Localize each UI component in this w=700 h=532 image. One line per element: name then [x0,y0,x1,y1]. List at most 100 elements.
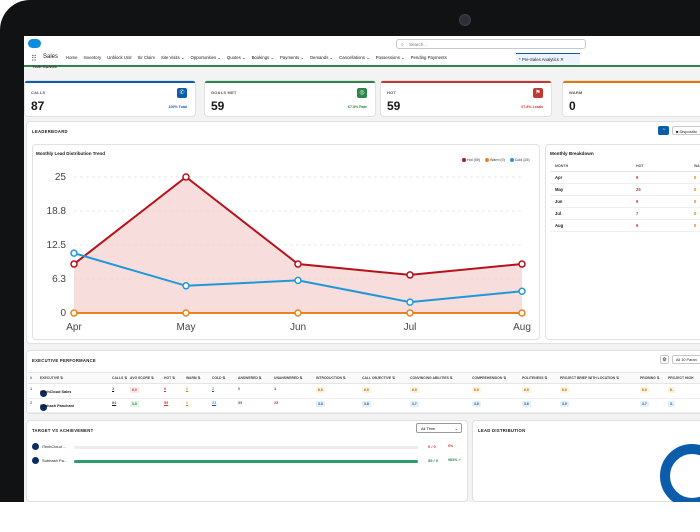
cell-hot[interactable]: 0 [164,387,166,391]
card-subtext: 67.8% Leads [521,105,543,109]
flag-icon: ⚑ [533,88,543,98]
cell-pol: 3.6 [522,401,531,407]
column-header[interactable]: POLITENESS ⇅ [522,376,547,380]
card-accent [205,81,375,83]
breakdown-warm: 0 [694,199,697,204]
header-month: MONTH [555,164,569,168]
camera-icon [459,14,471,26]
cell-cold[interactable]: 2 [212,387,214,391]
column-header[interactable]: ANSWERED ⇅ [238,376,262,380]
gear-icon[interactable]: ⚙ [660,355,669,364]
progress-fill [74,460,418,463]
card-title: GOALS MET [211,90,237,95]
column-header[interactable]: PROJECT BRIEF WITH LOCATION ⇅ [560,376,619,380]
cell-obj: 3.8 [362,401,371,407]
column-header[interactable]: COMPREHENSION ⇅ [472,376,506,380]
data-point [294,260,302,268]
cell-cold[interactable]: 23 [212,401,216,405]
nav-items: Home Inventory Unblock Unit Sir Claim Site V… [66,55,447,61]
column-header[interactable]: COLD ⇅ [212,376,225,380]
nav-item[interactable]: Quotes ⌄ [227,55,246,61]
monthly-breakdown-header: MONTH HOT WA [550,162,700,172]
time-filter-select[interactable]: All Time ⌄ [416,423,462,433]
app-nav-bar: ⠿ Sales Home Inventory Unblock Unit Sir Cla… [24,52,700,67]
cell-answered: 59 [238,401,243,405]
page-background [0,502,700,532]
x-tick-label: Jul [404,322,417,333]
column-header[interactable]: AVG SCORE ⇅ [130,376,154,380]
breakdown-warm: 0 [694,175,697,180]
column-header[interactable]: HOT ⇅ [164,376,175,380]
y-tick-label: 25 [55,172,67,183]
breakdown-warm: 0 [694,223,697,228]
card-accent [25,81,195,83]
column-header[interactable]: INTRODUCTION ⇅ [316,376,346,380]
disposition-button[interactable]: ■ Dispositio [672,126,700,135]
cell-calls[interactable]: 84 [112,401,116,405]
table-row[interactable]: 2 Subhash Panchani 84 3.8 59 0 23 59 25 3.8 3.8 3.… [28,398,700,413]
cell-avg: 6.0 [130,387,139,393]
target-percent: 0% [448,444,454,448]
column-header[interactable]: EXECUTIVE ⇅ [40,376,63,380]
data-point [294,309,302,317]
cell-idx: 2 [30,401,33,405]
cell-idx: 1 [30,387,33,391]
column-header[interactable]: UNANSWERED ⇅ [274,376,302,380]
data-point [294,276,302,285]
nav-item[interactable]: Opportunities ⌄ [191,55,221,61]
header-warm: WA [694,164,700,168]
card-subtext: 100% Total [168,105,187,109]
nav-item[interactable]: Site Visits ⌄ [161,55,185,61]
tab-pre-sales-analytics[interactable]: * Pre-Sales Analytics ✕ [516,53,580,64]
app-launcher-icon[interactable]: ⠿ [31,55,39,63]
cell-warm[interactable]: 0 [186,401,188,405]
nav-item[interactable]: Possessions ⌄ [376,55,405,61]
cell-unanswered: 3 [274,387,277,391]
parameter-select[interactable]: All 10 Paran [672,355,700,364]
cell-high: 6. [668,387,675,393]
cell-hot[interactable]: 59 [164,401,168,405]
card-value: 0 [569,99,576,113]
nav-item[interactable]: Bookings ⌄ [252,55,274,61]
card-accent [563,81,700,83]
column-header[interactable]: PROJECT HIGH [668,376,693,380]
y-tick-label: 6.3 [52,274,66,285]
nav-item[interactable]: Unblock Unit [107,55,131,61]
x-tick-label: Apr [66,322,82,333]
card-title: HOT [387,90,397,95]
cell-calls[interactable]: 3 [112,387,114,391]
kpi-card-goals-met: GOALS MET 59 ◎ 67.8% Rate [204,80,376,117]
data-point [182,282,190,290]
data-point [406,271,414,279]
nav-item[interactable]: Cancellations ⌄ [339,55,370,61]
cell-conv: 3.7 [410,401,419,407]
executive-name: Subhash Panchani [40,404,74,408]
nav-item[interactable]: Inventory [83,55,101,61]
chart-title: Monthly Lead Distribution Trend [36,151,105,156]
column-header[interactable]: CALLS ⇅ [112,376,127,380]
column-header[interactable]: # [30,376,32,380]
cell-pol: 6.0 [522,387,531,393]
cell-prob: 6.0 [640,387,649,393]
column-header[interactable]: PROBING ⇅ [640,376,660,380]
nav-item[interactable]: Payments ⌄ [280,55,304,61]
column-header[interactable]: CALL OBJECTIVE ⇅ [362,376,395,380]
column-header[interactable]: WARM ⇅ [186,376,201,380]
nav-item[interactable]: Demands ⌄ [310,55,333,61]
column-header[interactable]: CONVINCING ABILITIES ⇅ [410,376,453,380]
data-point [518,287,526,295]
target-score: 0 / 0 [428,444,436,449]
app-screen: ⌕ Search... ⠿ Sales Home Inventory Unblock… [24,36,700,502]
nav-item[interactable]: Sir Claim [138,55,155,61]
app-name: Sales [43,54,59,60]
nav-item[interactable]: Pending Payments [411,55,447,61]
target-row: Subhash Pa... 59 / 0 983% ✓ [32,456,464,466]
global-search-input[interactable]: ⌕ Search... [396,39,586,49]
cell-warm[interactable]: 0 [186,387,188,391]
table-row[interactable]: 1 iTechCloud Sales 3 6.0 0 0 2 0 3 6.0 6.0 6.0 6.0 6… [28,384,700,399]
kpi-card-hot: HOT 59 ⚑ 67.8% Leads [380,80,552,117]
nav-item[interactable]: Home [66,55,77,61]
leaderboard-title: LEADERBOARD [32,129,68,134]
cell-prob: 3.7 [640,401,649,407]
chart-view-button[interactable]: ◔ [658,126,669,135]
